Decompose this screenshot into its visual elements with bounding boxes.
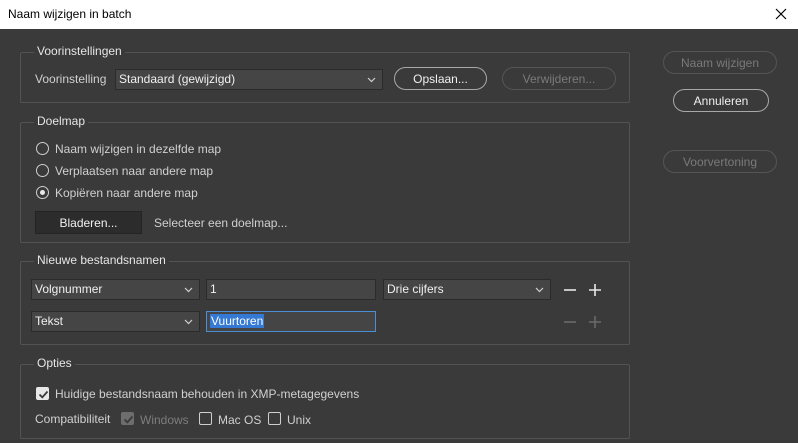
digits-format-select[interactable]: Drie cijfers xyxy=(383,279,551,300)
chevron-down-icon xyxy=(367,77,376,83)
preview-button[interactable]: Voorvertoning xyxy=(663,150,777,173)
filenames-group: Nieuwe bestandsnamen Volgnummer 1 Drie c… xyxy=(20,252,630,345)
compat-unix-checkbox[interactable] xyxy=(268,412,281,425)
radio-same-folder-label: Naam wijzigen in dezelfde map xyxy=(55,142,222,156)
add-part-icon[interactable] xyxy=(587,282,603,298)
radio-copy-label: Kopiëren naar andere map xyxy=(55,186,198,200)
sequence-start-value: 1 xyxy=(210,282,217,296)
close-button[interactable] xyxy=(764,0,798,29)
text-part-selected-value: Vuurtoren xyxy=(210,314,265,328)
chevron-down-icon xyxy=(184,319,193,325)
presets-group: Voorinstellingen Voorinstelling Standaar… xyxy=(20,43,630,103)
close-icon xyxy=(775,8,787,20)
compat-unix-label: Unix xyxy=(287,413,312,427)
filename-part-type-select[interactable]: Volgnummer xyxy=(31,279,200,300)
compat-windows-label: Windows xyxy=(140,413,189,427)
cancel-button[interactable]: Annuleren xyxy=(673,89,769,112)
text-part-input[interactable]: Vuurtoren xyxy=(206,311,376,332)
sequence-start-input[interactable]: 1 xyxy=(206,279,376,300)
preset-label: Voorinstelling xyxy=(35,72,107,86)
chevron-down-icon xyxy=(184,287,193,293)
compat-macos-label: Mac OS xyxy=(218,413,262,427)
save-preset-button[interactable]: Opslaan... xyxy=(394,67,487,90)
radio-copy[interactable] xyxy=(36,186,49,199)
compat-macos-checkbox[interactable] xyxy=(199,412,212,425)
window-title: Naam wijzigen in batch xyxy=(8,7,132,21)
radio-move[interactable] xyxy=(36,164,49,177)
destination-group: Doelmap Naam wijzigen in dezelfde map Ve… xyxy=(20,113,630,243)
digits-format-value: Drie cijfers xyxy=(387,282,444,296)
preset-select[interactable]: Standaard (gewijzigd) xyxy=(115,69,383,90)
preset-select-value: Standaard (gewijzigd) xyxy=(119,72,236,86)
title-bar: Naam wijzigen in batch xyxy=(0,0,798,29)
keep-xmp-checkbox[interactable] xyxy=(36,387,49,400)
filenames-group-title: Nieuwe bestandsnamen xyxy=(34,252,169,268)
filename-part-type-select[interactable]: Tekst xyxy=(31,311,200,332)
compatibility-label: Compatibiliteit xyxy=(35,412,111,426)
filename-part-type-value: Volgnummer xyxy=(35,282,103,296)
destination-path: Selecteer een doelmap... xyxy=(154,216,288,230)
destination-group-title: Doelmap xyxy=(34,113,89,129)
dialog-body: Voorinstellingen Voorinstelling Standaar… xyxy=(0,29,798,443)
add-part-icon[interactable] xyxy=(587,314,603,330)
options-group: Opties Huidige bestandsnaam behouden in … xyxy=(20,355,630,439)
checkmark-icon xyxy=(38,390,49,399)
chevron-down-icon xyxy=(535,287,544,293)
rename-button[interactable]: Naam wijzigen xyxy=(663,51,777,74)
keep-xmp-label: Huidige bestandsnaam behouden in XMP-met… xyxy=(55,387,360,401)
browse-button[interactable]: Bladeren... xyxy=(35,211,142,234)
remove-part-icon[interactable] xyxy=(562,314,578,330)
remove-part-icon[interactable] xyxy=(562,282,578,298)
radio-move-label: Verplaatsen naar andere map xyxy=(55,164,214,178)
compat-windows-checkbox[interactable] xyxy=(121,412,134,425)
delete-preset-button[interactable]: Verwijderen... xyxy=(502,67,616,90)
radio-same-folder[interactable] xyxy=(36,142,49,155)
filename-part-type-value: Tekst xyxy=(35,314,64,328)
presets-group-title: Voorinstellingen xyxy=(34,43,125,59)
options-group-title: Opties xyxy=(34,355,75,371)
checkmark-icon xyxy=(123,415,134,424)
